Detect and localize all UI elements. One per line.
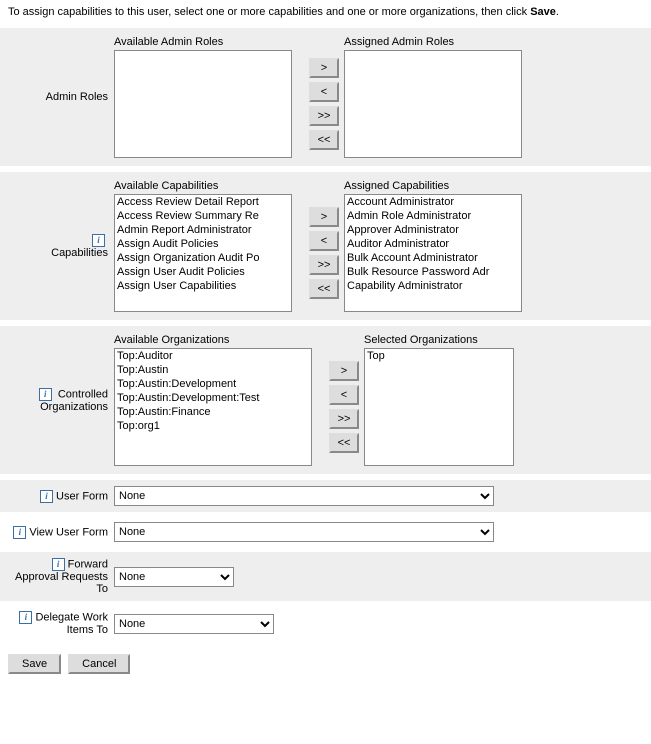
- available-admin-roles-header: Available Admin Roles: [114, 36, 304, 48]
- forward-approval-select[interactable]: None: [114, 567, 234, 587]
- assigned-admin-roles-list[interactable]: [344, 50, 522, 158]
- admin-roles-add-all-button[interactable]: >>: [309, 106, 339, 126]
- admin-roles-remove-button[interactable]: <: [309, 82, 339, 102]
- capabilities-section: i Capabilities Available Capabilities Ac…: [0, 172, 651, 320]
- forward-approval-row: iForward Approval Requests To None: [0, 552, 651, 601]
- assigned-capabilities-list[interactable]: Account AdministratorAdmin Role Administ…: [344, 194, 522, 312]
- list-item[interactable]: Account Administrator: [345, 195, 521, 209]
- list-item[interactable]: Top:Austin:Development:Test: [115, 391, 311, 405]
- list-item[interactable]: Assign User Capabilities: [115, 279, 291, 293]
- organizations-remove-button[interactable]: <: [329, 385, 359, 405]
- admin-roles-add-button[interactable]: >: [309, 58, 339, 78]
- controlled-organizations-label: i Controlled Organizations: [8, 334, 114, 466]
- capabilities-label: i Capabilities: [8, 180, 114, 312]
- user-form-label: User Form: [56, 490, 108, 502]
- assigned-admin-roles-header: Assigned Admin Roles: [344, 36, 534, 48]
- user-form-select[interactable]: None: [114, 486, 494, 506]
- intro-prefix: To assign capabilities to this user, sel…: [8, 6, 527, 18]
- intro-bold: Save: [530, 6, 556, 18]
- list-item[interactable]: Top:Austin: [115, 363, 311, 377]
- capabilities-add-all-button[interactable]: >>: [309, 255, 339, 275]
- admin-roles-remove-all-button[interactable]: <<: [309, 130, 339, 150]
- info-icon[interactable]: i: [19, 611, 32, 624]
- footer-actions: Save Cancel: [0, 646, 651, 682]
- list-item[interactable]: Top:Austin:Development: [115, 377, 311, 391]
- organizations-section: i Controlled Organizations Available Org…: [0, 326, 651, 474]
- view-user-form-select[interactable]: None: [114, 522, 494, 542]
- available-capabilities-header: Available Capabilities: [114, 180, 304, 192]
- organizations-add-button[interactable]: >: [329, 361, 359, 381]
- available-organizations-list[interactable]: Top:AuditorTop:AustinTop:Austin:Developm…: [114, 348, 312, 466]
- capabilities-add-button[interactable]: >: [309, 207, 339, 227]
- assigned-capabilities-header: Assigned Capabilities: [344, 180, 534, 192]
- list-item[interactable]: Access Review Summary Re: [115, 209, 291, 223]
- info-icon[interactable]: i: [52, 558, 65, 571]
- cancel-button[interactable]: Cancel: [68, 654, 130, 674]
- organizations-remove-all-button[interactable]: <<: [329, 433, 359, 453]
- list-item[interactable]: Admin Role Administrator: [345, 209, 521, 223]
- list-item[interactable]: Assign User Audit Policies: [115, 265, 291, 279]
- list-item[interactable]: Top:Auditor: [115, 349, 311, 363]
- intro-text: To assign capabilities to this user, sel…: [0, 0, 651, 28]
- view-user-form-row: iView User Form None: [0, 516, 651, 548]
- admin-roles-section: Admin Roles Available Admin Roles > < >>…: [0, 28, 651, 166]
- organizations-add-all-button[interactable]: >>: [329, 409, 359, 429]
- available-admin-roles-list[interactable]: [114, 50, 292, 158]
- list-item[interactable]: Approver Administrator: [345, 223, 521, 237]
- available-capabilities-list[interactable]: Access Review Detail ReportAccess Review…: [114, 194, 292, 312]
- info-icon[interactable]: i: [39, 388, 52, 401]
- delegate-work-items-label: Delegate Work Items To: [35, 611, 108, 636]
- list-item[interactable]: Top: [365, 349, 513, 363]
- selected-organizations-list[interactable]: Top: [364, 348, 514, 466]
- delegate-work-items-row: iDelegate Work Items To None: [0, 605, 651, 642]
- list-item[interactable]: Capability Administrator: [345, 279, 521, 293]
- info-icon[interactable]: i: [13, 526, 26, 539]
- list-item[interactable]: Bulk Resource Password Adr: [345, 265, 521, 279]
- user-form-row: iUser Form None: [0, 480, 651, 512]
- list-item[interactable]: Admin Report Administrator: [115, 223, 291, 237]
- save-button[interactable]: Save: [8, 654, 61, 674]
- view-user-form-label: View User Form: [29, 526, 108, 538]
- list-item[interactable]: Assign Audit Policies: [115, 237, 291, 251]
- available-organizations-header: Available Organizations: [114, 334, 324, 346]
- selected-organizations-header: Selected Organizations: [364, 334, 524, 346]
- list-item[interactable]: Auditor Administrator: [345, 237, 521, 251]
- capabilities-remove-button[interactable]: <: [309, 231, 339, 251]
- list-item[interactable]: Top:org1: [115, 419, 311, 433]
- info-icon[interactable]: i: [40, 490, 53, 503]
- list-item[interactable]: Top:Austin:Finance: [115, 405, 311, 419]
- capabilities-remove-all-button[interactable]: <<: [309, 279, 339, 299]
- list-item[interactable]: Bulk Account Administrator: [345, 251, 521, 265]
- intro-suffix: .: [556, 6, 559, 18]
- delegate-work-items-select[interactable]: None: [114, 614, 274, 634]
- info-icon[interactable]: i: [92, 234, 105, 247]
- admin-roles-label: Admin Roles: [8, 36, 114, 158]
- list-item[interactable]: Assign Organization Audit Po: [115, 251, 291, 265]
- list-item[interactable]: Access Review Detail Report: [115, 195, 291, 209]
